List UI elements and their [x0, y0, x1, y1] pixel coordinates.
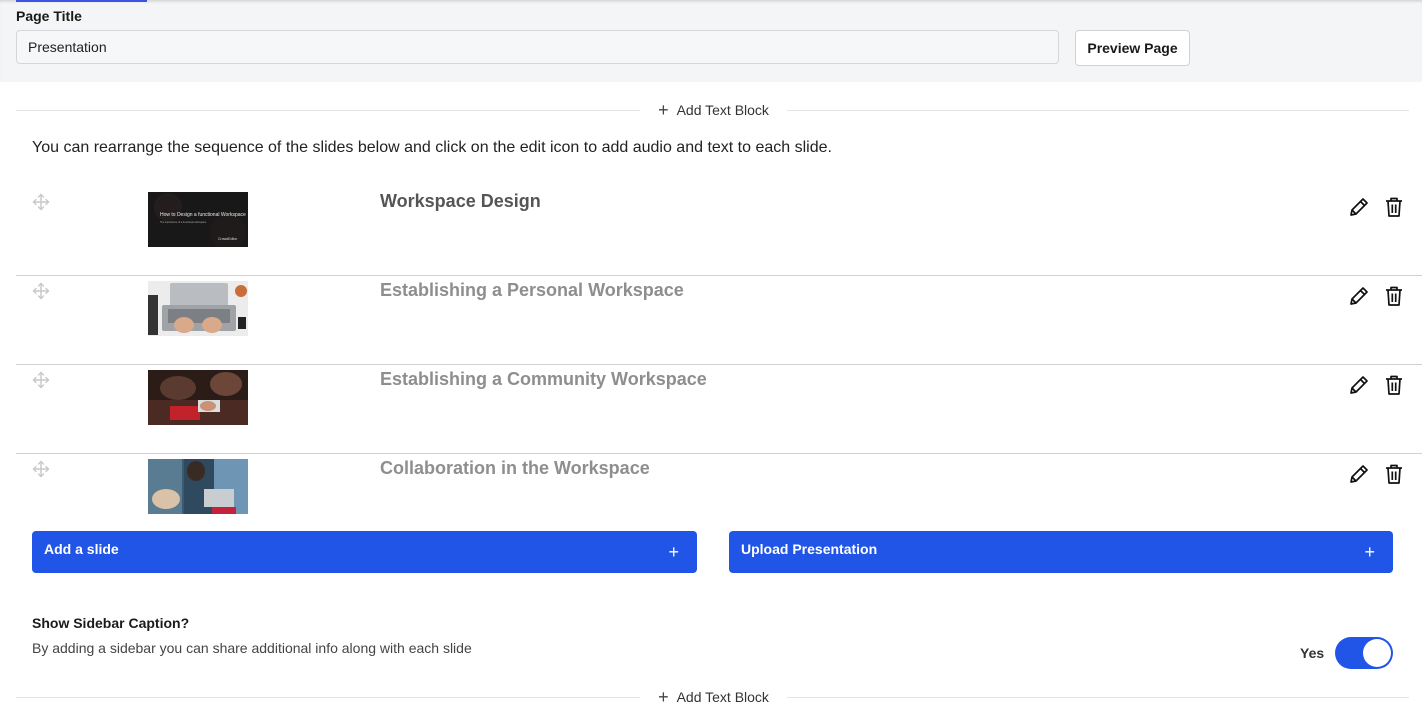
slide-title: Establishing a Personal Workspace [380, 280, 684, 300]
sidebar-caption-toggle-label: Yes [1300, 645, 1325, 661]
slide-thumbnail [148, 459, 248, 514]
plus-icon: + [668, 542, 679, 562]
thumbnail-caption: How to Design a functional Workspace [160, 212, 246, 218]
add-text-block-button-top[interactable]: + Add Text Block [640, 99, 787, 121]
page-title-label: Page Title [16, 8, 82, 24]
slides-instructions: You can rearrange the sequence of the sl… [32, 139, 832, 156]
active-tab-indicator [16, 0, 147, 2]
slide-row: Establishing a Personal Workspace [16, 277, 1422, 365]
trash-icon[interactable] [1384, 285, 1404, 307]
trash-icon[interactable] [1384, 463, 1404, 485]
row-divider [16, 364, 1422, 365]
thumbnail-brand: CrowdEditor [218, 237, 238, 241]
add-text-block-button-bottom[interactable]: + Add Text Block [640, 686, 787, 708]
slide-title: Collaboration in the Workspace [380, 458, 650, 478]
page-title-input[interactable] [16, 30, 1059, 64]
sidebar-caption-heading: Show Sidebar Caption? [32, 615, 190, 631]
move-icon[interactable] [32, 371, 50, 389]
trash-icon[interactable] [1384, 196, 1404, 218]
plus-icon: + [658, 687, 669, 707]
preview-page-button[interactable]: Preview Page [1075, 30, 1190, 66]
pencil-icon[interactable] [1348, 285, 1370, 307]
slide-thumbnail [148, 281, 248, 336]
pencil-icon[interactable] [1348, 374, 1370, 396]
page-header: Page Title Preview Page [0, 0, 1422, 82]
upload-presentation-label: Upload Presentation [741, 541, 878, 557]
add-text-block-label: Add Text Block [676, 102, 769, 118]
thumbnail-subcaption: The importance of a functional workspace [160, 221, 207, 224]
add-text-block-label: Add Text Block [676, 689, 769, 705]
upload-presentation-button[interactable]: Upload Presentation + [729, 531, 1393, 573]
slide-title: Workspace Design [380, 191, 541, 211]
toggle-knob [1363, 639, 1391, 667]
slide-thumbnail [148, 370, 248, 425]
trash-icon[interactable] [1384, 374, 1404, 396]
sidebar-caption-description: By adding a sidebar you can share additi… [32, 640, 472, 656]
slide-row: Collaboration in the Workspace [16, 455, 1422, 531]
add-slide-label: Add a slide [44, 541, 119, 557]
move-icon[interactable] [32, 193, 50, 211]
slide-row: Establishing a Community Workspace [16, 366, 1422, 454]
pencil-icon[interactable] [1348, 463, 1370, 485]
slide-title: Establishing a Community Workspace [380, 369, 707, 389]
plus-icon: + [1364, 542, 1375, 562]
add-slide-button[interactable]: Add a slide + [32, 531, 697, 573]
row-divider [16, 275, 1422, 276]
sidebar-caption-toggle[interactable] [1335, 637, 1393, 669]
pencil-icon[interactable] [1348, 196, 1370, 218]
slide-row: How to Design a functional Workspace The… [16, 188, 1422, 276]
move-icon[interactable] [32, 282, 50, 300]
move-icon[interactable] [32, 460, 50, 478]
row-divider [16, 453, 1422, 454]
plus-icon: + [658, 100, 669, 120]
slide-thumbnail: How to Design a functional Workspace The… [148, 192, 248, 247]
